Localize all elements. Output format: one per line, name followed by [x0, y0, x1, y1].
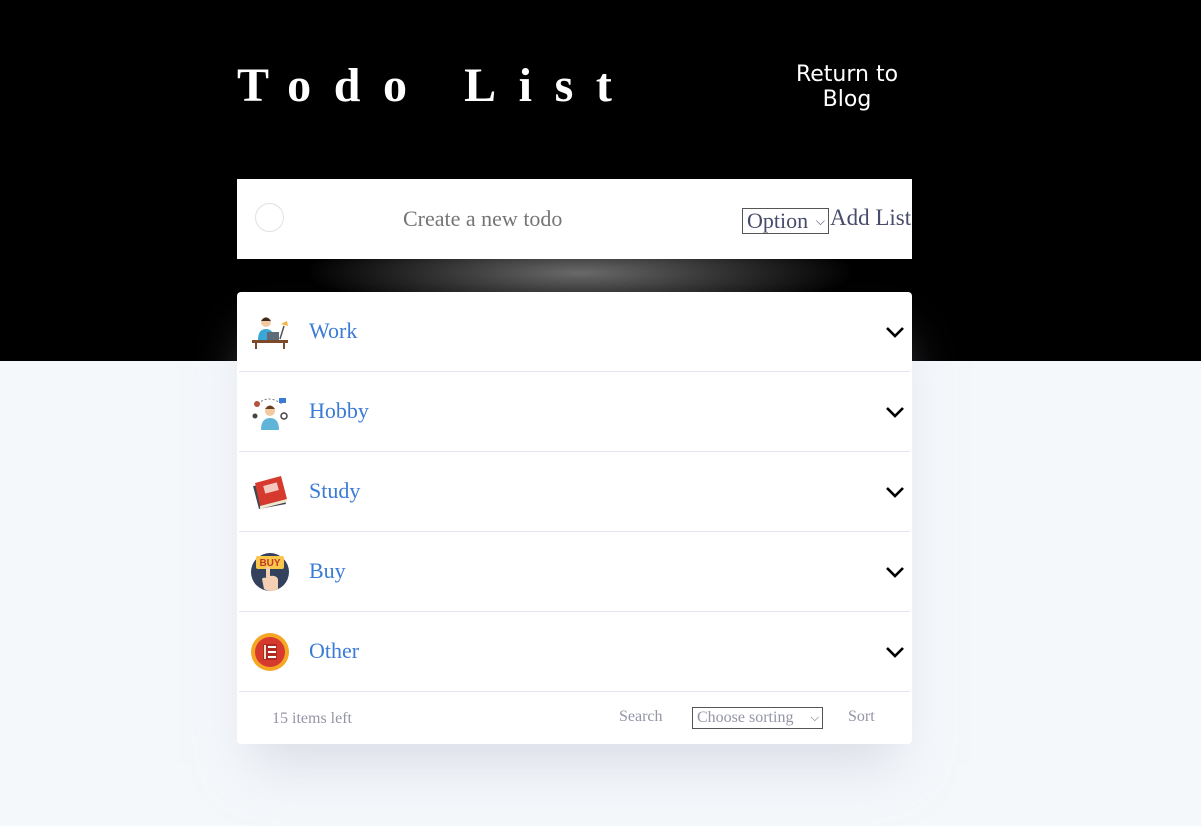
category-list-card: Work Hobby Study BUY Buy Other 15 items …	[237, 292, 912, 744]
new-todo-input[interactable]	[403, 201, 703, 237]
list-circle-icon	[250, 632, 290, 672]
items-left-count: 15 items left	[272, 710, 352, 727]
chevron-down-icon: ⌵	[810, 711, 819, 724]
category-row-other[interactable]: Other	[239, 612, 910, 692]
sort-select[interactable]: Choose sorting ⌵	[692, 707, 823, 729]
category-row-hobby[interactable]: Hobby	[239, 372, 910, 452]
sort-button[interactable]: Sort	[848, 708, 875, 726]
category-label-buy: Buy	[309, 558, 346, 583]
chevron-down-icon[interactable]	[884, 322, 906, 342]
category-option-select[interactable]: Option ⌵	[742, 208, 829, 234]
category-label-hobby: Hobby	[309, 398, 369, 423]
chevron-down-icon[interactable]	[884, 562, 906, 582]
return-to-blog-link[interactable]: Return to Blog	[782, 62, 912, 112]
category-option-value: Option	[747, 208, 809, 233]
sort-select-value: Choose sorting	[697, 709, 794, 726]
buy-hand-icon: BUY	[250, 552, 290, 592]
category-row-buy[interactable]: BUY Buy	[239, 532, 910, 612]
category-label-other: Other	[309, 638, 360, 663]
hobby-person-icon	[250, 392, 290, 432]
book-icon	[250, 472, 290, 512]
category-row-study[interactable]: Study	[239, 452, 910, 532]
chevron-down-icon[interactable]	[884, 402, 906, 422]
category-label-work: Work	[309, 318, 358, 343]
chevron-down-icon[interactable]	[884, 482, 906, 502]
page-title: Todo List	[237, 59, 635, 112]
complete-toggle-circle[interactable]	[255, 203, 284, 232]
create-todo-bar: Option ⌵ Add List	[237, 179, 912, 259]
add-list-button[interactable]: Add List	[830, 205, 911, 231]
category-label-study: Study	[309, 478, 361, 503]
chevron-down-icon[interactable]	[884, 642, 906, 662]
buy-icon-text: BUY	[259, 558, 280, 569]
list-footer: 15 items left Search Choose sorting ⌵ So…	[237, 692, 912, 744]
work-desk-icon	[250, 312, 290, 352]
category-row-work[interactable]: Work	[239, 292, 910, 372]
chevron-down-icon: ⌵	[815, 213, 825, 228]
search-button[interactable]: Search	[619, 708, 663, 726]
